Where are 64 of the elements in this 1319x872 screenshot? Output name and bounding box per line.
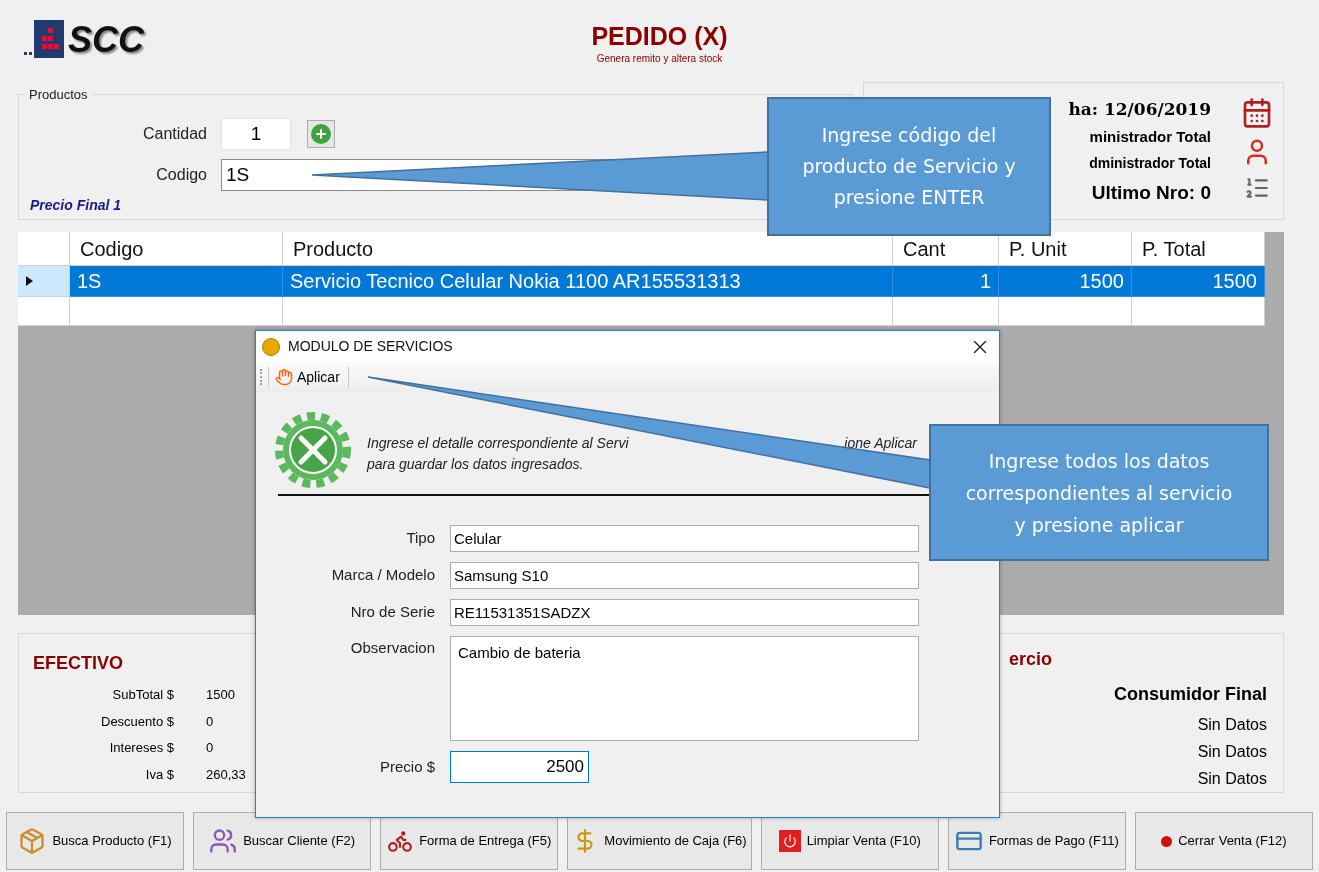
input-field[interactable]: Celular bbox=[450, 525, 919, 552]
row-pointer-icon bbox=[26, 276, 33, 286]
total-value: 1500 bbox=[206, 686, 236, 704]
field-label: Codigo bbox=[155, 165, 207, 185]
callout: Ingrese código del producto de Servicio y presione ENTER bbox=[767, 97, 1051, 236]
field-label: Marca / Modelo bbox=[330, 565, 435, 586]
total-value: 260,33 bbox=[206, 765, 246, 784]
table-cell: 1 bbox=[893, 266, 999, 297]
motorbike-icon bbox=[387, 828, 414, 854]
dialog-description: ione Aplicar bbox=[844, 433, 917, 453]
total-label: Intereses $ bbox=[108, 739, 174, 757]
apply-button[interactable]: Aplicar bbox=[275, 366, 349, 388]
last-number-text: Ultimo Nro: 0 bbox=[1091, 181, 1211, 205]
table-cell: 1500 bbox=[1132, 266, 1265, 297]
total-value: 0 bbox=[206, 739, 215, 757]
textarea-field[interactable]: Cambio de bateria bbox=[450, 636, 919, 741]
logo-text: SCC bbox=[68, 20, 144, 60]
total-value: 0 bbox=[206, 712, 215, 731]
table-cell: 1S bbox=[70, 266, 283, 297]
payment-title: EFECTIVO bbox=[33, 652, 123, 675]
pointing-hand-icon bbox=[275, 368, 293, 386]
dialog-description: Ingrese el detalle correspondiente al Servi bbox=[367, 433, 629, 453]
client-detail: Sin Datos bbox=[1197, 715, 1267, 735]
dialog-title: MODULO DE SERVICIOS bbox=[288, 337, 453, 356]
page-title: PEDIDO (X) bbox=[591, 22, 728, 50]
page-subtitle: Genera remito y altera stock bbox=[596, 52, 723, 66]
add-button[interactable] bbox=[307, 120, 335, 148]
coin-icon bbox=[262, 337, 280, 356]
numbered-list-icon[interactable] bbox=[1244, 175, 1270, 201]
calendar-icon[interactable] bbox=[1241, 97, 1273, 129]
callout: Ingrese todos los datos correspondientes al servicio y presione aplicar bbox=[929, 424, 1269, 561]
row-header[interactable] bbox=[18, 266, 70, 297]
price-field[interactable]: 2500 bbox=[450, 751, 589, 783]
input-field[interactable]: RE11531351SADZX bbox=[450, 599, 919, 626]
total-label: SubTotal $ bbox=[111, 686, 174, 704]
quantity-field[interactable]: 1 bbox=[221, 118, 291, 150]
input-field[interactable]: Samsung S10 bbox=[450, 562, 919, 589]
field-label: Observacion bbox=[349, 638, 435, 658]
user-text: ministrador Total bbox=[1089, 127, 1211, 147]
client-detail: Sin Datos bbox=[1197, 742, 1267, 762]
field-label: Precio $ bbox=[378, 756, 435, 777]
group-legend: Productos bbox=[29, 87, 88, 102]
field-label: Tipo bbox=[405, 528, 435, 549]
people-icon bbox=[209, 827, 238, 855]
client-detail: Sin Datos bbox=[1197, 769, 1267, 789]
plus-icon bbox=[311, 124, 331, 144]
total-label: Iva $ bbox=[144, 765, 174, 784]
function-button[interactable]: Buscar Cliente (F2) bbox=[193, 812, 372, 870]
total-label: Descuento $ bbox=[100, 712, 174, 731]
date-text: ha: 12/06/2019 bbox=[1068, 98, 1211, 121]
role-text: dministrador Total bbox=[1089, 154, 1211, 173]
field-label: Nro de Serie bbox=[349, 602, 435, 623]
function-button[interactable]: Cerrar Venta (F12) bbox=[1134, 812, 1313, 870]
power-icon bbox=[778, 830, 801, 852]
client-title: ercio bbox=[1009, 648, 1053, 671]
table-cell: 1500 bbox=[999, 266, 1132, 297]
table-cell: Servicio Tecnico Celular Nokia 1100 AR155531313 bbox=[283, 266, 893, 297]
table-cell bbox=[18, 297, 70, 326]
field-label: Cantidad bbox=[141, 124, 207, 144]
function-button[interactable]: Formas de Pago (F11) bbox=[947, 812, 1126, 870]
function-button[interactable]: Busca Producto (F1) bbox=[6, 812, 185, 870]
client-name: Consumidor Final bbox=[1114, 683, 1267, 706]
dialog-description: para guardar los datos ingresados. bbox=[367, 454, 585, 474]
package-icon bbox=[18, 827, 47, 855]
